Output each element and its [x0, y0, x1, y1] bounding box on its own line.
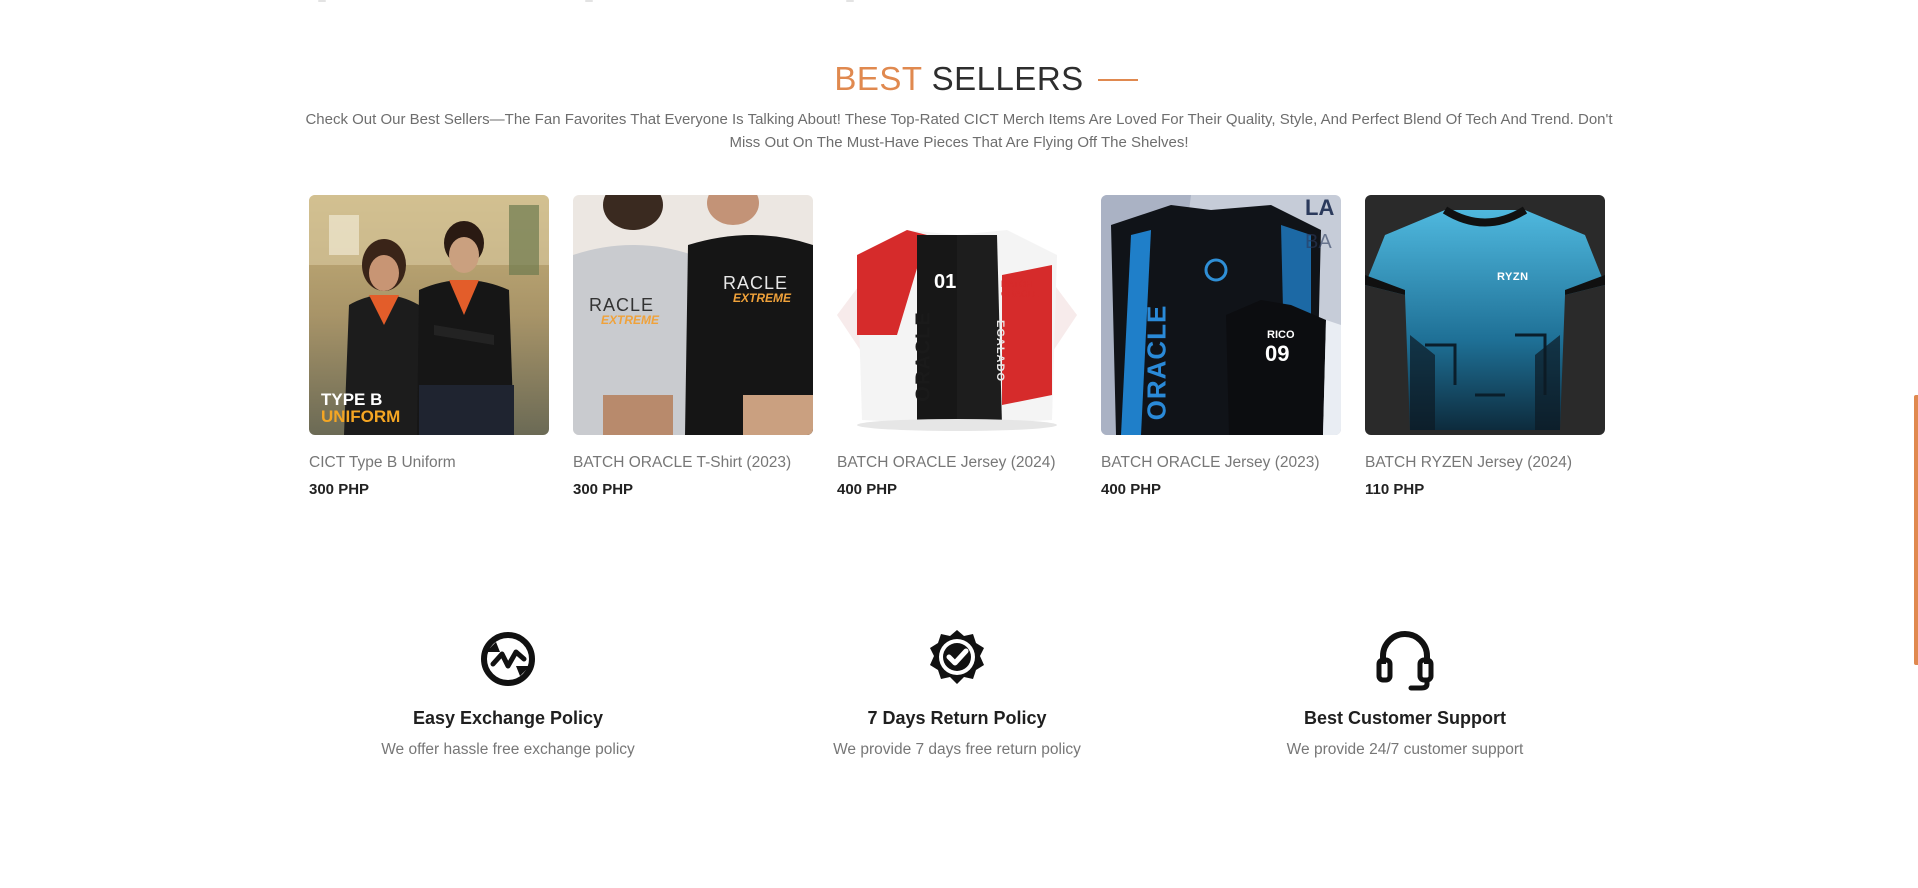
poster-text-la: LA [1305, 195, 1335, 220]
caption-line-1: TYPE B [321, 390, 383, 409]
exchange-icon [481, 632, 535, 686]
print-extreme-black: EXTREME [733, 291, 792, 305]
feature-description: We provide 7 days free return policy [833, 741, 1081, 758]
section-subtitle: Check Out Our Best Sellers—The Fan Favor… [305, 111, 1613, 151]
jersey-number: 01 [934, 271, 957, 293]
product-price: 300 PHP [573, 481, 634, 498]
title-accent: BEST [834, 60, 922, 97]
product-card[interactable]: TYPE B UNIFORM CICT Type B Uniform 300 P… [309, 195, 549, 498]
product-name[interactable]: BATCH ORACLE Jersey (2023) [1101, 453, 1341, 473]
product-card[interactable]: RACLE EXTREME RACLE EXTREME BATCH ORACLE… [573, 195, 813, 498]
product-name[interactable]: BATCH RYZEN Jersey (2024) [1365, 453, 1605, 473]
product-name[interactable]: BATCH ORACLE T-Shirt (2023) [573, 453, 813, 473]
product-image[interactable]: RYZN [1365, 195, 1605, 435]
feature-description: We provide 24/7 customer support [1286, 741, 1524, 758]
product-grid: TYPE B UNIFORM CICT Type B Uniform 300 P… [309, 195, 1605, 498]
headset-icon [1376, 631, 1434, 691]
jersey-vertical-name: EGALADO [994, 320, 1006, 382]
jersey-brand-logo: RYZN [1497, 271, 1529, 283]
caption-line-2: UNIFORM [321, 407, 401, 426]
jersey-batch-label: BATCH ORACLE [1001, 279, 1039, 299]
product-price: 400 PHP [837, 481, 898, 498]
product-image[interactable]: LA BA ORACLE RICO 09 [1101, 195, 1341, 435]
jersey-number: 09 [1265, 341, 1290, 366]
product-name[interactable]: CICT Type B Uniform [309, 453, 549, 473]
product-image[interactable]: 01 ORACLE BATCH ORACLE EGALADO [837, 195, 1077, 435]
previous-section-edge [0, 0, 1918, 4]
product-card[interactable]: RYZN BATCH RYZEN Jersey (2024) 110 PHP [1365, 195, 1605, 498]
feature-title: Easy Exchange Policy [412, 708, 604, 728]
title-dash-decoration [1097, 79, 1138, 81]
section-title: BEST SELLERS [834, 60, 1138, 98]
feature-exchange: Easy Exchange Policy We offer hassle fre… [348, 626, 668, 759]
features-row: Easy Exchange Policy We offer hassle fre… [0, 626, 1918, 776]
product-image[interactable]: RACLE EXTREME RACLE EXTREME [573, 195, 813, 435]
print-extreme-grey: EXTREME [601, 313, 660, 327]
feature-title: Best Customer Support [1303, 708, 1507, 728]
feature-title: 7 Days Return Policy [867, 708, 1047, 728]
feature-return: 7 Days Return Policy We provide 7 days f… [797, 626, 1117, 759]
section-header: BEST SELLERS [0, 60, 1918, 98]
product-card[interactable]: LA BA ORACLE RICO 09 BATCH ORACLE Jersey… [1101, 195, 1341, 498]
product-price: 110 PHP [1365, 481, 1425, 498]
image-caption: TYPE B UNIFORM [321, 391, 400, 425]
jersey-vertical-oracle: ORACLE [912, 311, 935, 402]
title-main: SELLERS [931, 60, 1084, 97]
scroll-indicator[interactable] [1914, 395, 1918, 665]
jersey-player-name: RICO [1267, 329, 1295, 341]
jersey-vertical-oracle: ORACLE [1141, 304, 1172, 421]
verified-badge-icon [930, 630, 984, 684]
product-card[interactable]: 01 ORACLE BATCH ORACLE EGALADO BATCH ORA… [837, 195, 1077, 498]
product-image[interactable]: TYPE B UNIFORM [309, 195, 549, 435]
product-price: 400 PHP [1101, 481, 1162, 498]
feature-description: We offer hassle free exchange policy [381, 741, 635, 758]
product-name[interactable]: BATCH ORACLE Jersey (2024) [837, 453, 1077, 473]
poster-text-ba: BA [1305, 231, 1332, 253]
feature-support: Best Customer Support We provide 24/7 cu… [1245, 626, 1565, 759]
product-price: 300 PHP [309, 481, 370, 498]
